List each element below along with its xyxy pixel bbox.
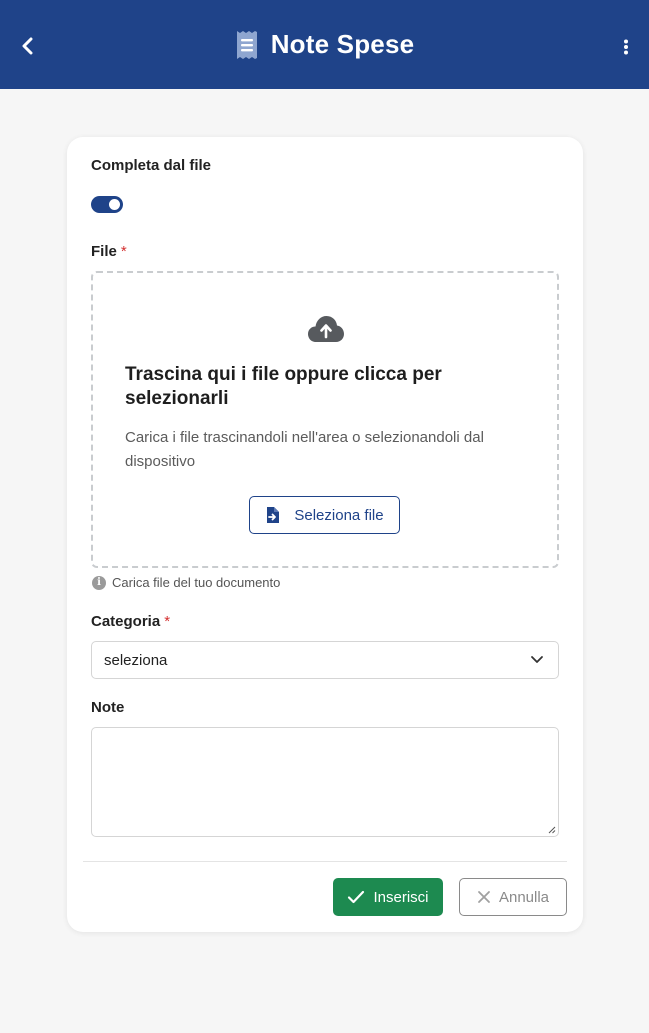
notes-textarea[interactable] — [91, 727, 559, 837]
file-import-icon — [267, 507, 280, 523]
back-button[interactable] — [14, 32, 42, 60]
vertical-dots-icon — [624, 39, 628, 55]
file-dropzone[interactable]: Trascina qui i file oppure clicca per se… — [91, 271, 559, 568]
resize-handle-icon[interactable] — [547, 825, 556, 834]
close-icon — [478, 891, 490, 903]
info-icon: i — [92, 575, 106, 590]
required-mark: * — [120, 243, 127, 260]
file-hint: i Carica file del tuo documento — [92, 575, 280, 590]
receipt-icon — [236, 30, 257, 59]
autofill-toggle[interactable] — [91, 196, 123, 213]
dropzone-description: Carica i file trascinandoli nell'area o … — [125, 429, 484, 470]
file-hint-text: Carica file del tuo documento — [112, 575, 281, 590]
cancel-button[interactable]: Annulla — [459, 878, 567, 916]
header-title-group: Note Spese — [235, 29, 415, 60]
select-file-button[interactable]: Seleziona file — [249, 496, 400, 534]
category-label: Categoria * — [91, 613, 170, 630]
toggle-knob — [109, 199, 120, 210]
chevron-down-icon — [531, 656, 543, 663]
dropzone-title: Trascina qui i file oppure clicca per se… — [125, 364, 442, 409]
insert-button[interactable]: Inserisci — [333, 878, 443, 916]
notes-label: Note — [91, 699, 125, 716]
page-title: Note Spese — [270, 29, 415, 59]
app-header: Note Spese — [0, 0, 649, 89]
category-selected-value: seleziona — [104, 651, 168, 669]
insert-label: Inserisci — [373, 888, 429, 906]
category-label-text: Categoria — [91, 613, 161, 630]
check-icon — [348, 890, 365, 904]
cloud-upload-icon — [308, 316, 344, 342]
footer-divider — [83, 861, 567, 862]
autofill-label: Completa dal file — [91, 157, 212, 174]
required-mark: * — [164, 613, 171, 630]
file-label-text: File — [91, 243, 117, 260]
more-options-button[interactable] — [619, 34, 633, 60]
category-select[interactable]: seleziona — [91, 641, 559, 679]
select-file-label: Seleziona file — [294, 506, 384, 524]
cancel-label: Annulla — [498, 888, 550, 906]
expense-form-card: Completa dal file File * Trascina qui i f… — [67, 137, 583, 932]
file-label: File * — [91, 243, 127, 260]
chevron-left-icon — [22, 37, 33, 55]
